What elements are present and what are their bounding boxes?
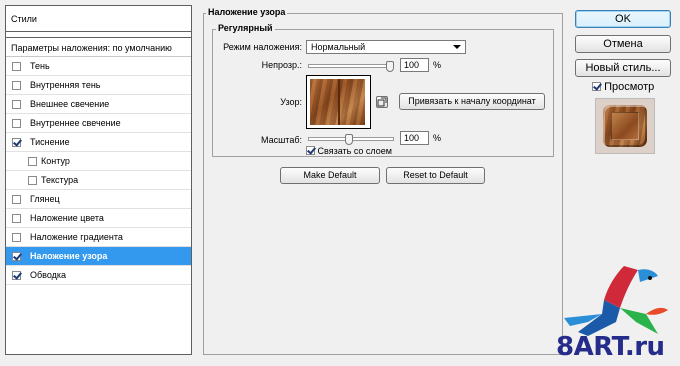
- new-style-button[interactable]: Новый стиль...: [575, 59, 671, 77]
- style-item[interactable]: Контур: [6, 152, 191, 171]
- link-with-layer-option[interactable]: Связать со слоем: [306, 146, 392, 156]
- style-item-label: Глянец: [30, 194, 60, 204]
- scale-slider-thumb[interactable]: [344, 134, 353, 145]
- style-item-checkbox[interactable]: [12, 214, 21, 223]
- opacity-unit: %: [433, 60, 442, 70]
- style-item-checkbox[interactable]: [12, 62, 21, 71]
- opacity-slider-thumb[interactable]: [386, 61, 394, 72]
- blend-mode-label: Режим наложения:: [223, 42, 302, 52]
- style-item-label: Внутренняя тень: [30, 80, 101, 90]
- watermark-text: 8ART.ru: [556, 332, 665, 362]
- blend-mode-value: Нормальный: [311, 42, 366, 52]
- style-item-checkbox[interactable]: [12, 119, 21, 128]
- styles-header[interactable]: Стили: [6, 6, 191, 32]
- reset-to-default-button[interactable]: Reset to Default: [386, 167, 485, 184]
- make-default-button[interactable]: Make Default: [280, 167, 380, 184]
- scale-label: Масштаб:: [260, 135, 302, 145]
- style-item[interactable]: Тиснение: [6, 133, 191, 152]
- style-item[interactable]: Обводка: [6, 266, 191, 285]
- style-item-checkbox[interactable]: [12, 138, 21, 147]
- style-item[interactable]: Внешнее свечение: [6, 95, 191, 114]
- blend-mode-select[interactable]: Нормальный: [306, 40, 466, 54]
- style-item-checkbox[interactable]: [12, 81, 21, 90]
- cancel-button[interactable]: Отмена: [575, 35, 671, 53]
- ok-button[interactable]: OK: [575, 10, 671, 28]
- opacity-input[interactable]: 100: [400, 58, 429, 72]
- style-item-label: Контур: [41, 156, 70, 166]
- style-item-label: Наложение цвета: [30, 213, 104, 223]
- scale-input[interactable]: 100: [400, 131, 429, 145]
- opacity-label: Непрозр.:: [261, 60, 302, 70]
- new-preset-icon[interactable]: [376, 96, 388, 108]
- style-item-checkbox[interactable]: [12, 252, 21, 261]
- style-item-checkbox[interactable]: [12, 233, 21, 242]
- pattern-label: Узор:: [280, 97, 302, 107]
- scale-unit: %: [433, 133, 442, 143]
- opacity-slider-track[interactable]: [308, 64, 394, 68]
- style-item-checkbox[interactable]: [12, 271, 21, 280]
- styles-panel: Стили Параметры наложения: по умолчанию …: [5, 5, 192, 355]
- style-preview-tile-inner: [611, 112, 639, 140]
- style-item-checkbox[interactable]: [12, 195, 21, 204]
- style-item-label: Наложение градиента: [30, 232, 123, 242]
- style-item-label: Внутреннее свечение: [30, 118, 121, 128]
- link-with-layer-label: Связать со слоем: [317, 146, 392, 156]
- pattern-overlay-title: Наложение узора: [206, 7, 288, 17]
- style-item-label: Наложение узора: [30, 251, 108, 261]
- pattern-swatch-image: [310, 79, 365, 125]
- style-item[interactable]: Наложение узора: [6, 247, 191, 266]
- style-item[interactable]: Внутренняя тень: [6, 76, 191, 95]
- style-item-label: Тиснение: [30, 137, 70, 147]
- style-item-label: Внешнее свечение: [30, 99, 110, 109]
- style-item[interactable]: Наложение градиента: [6, 228, 191, 247]
- style-item[interactable]: Тень: [6, 57, 191, 76]
- preview-checkbox[interactable]: [592, 82, 601, 91]
- parrot-logo-icon: [564, 266, 668, 336]
- style-item[interactable]: Глянец: [6, 190, 191, 209]
- chevron-down-icon: [453, 45, 461, 49]
- style-item-checkbox[interactable]: [28, 176, 37, 185]
- style-item-label: Обводка: [30, 270, 67, 280]
- link-with-layer-checkbox[interactable]: [306, 146, 315, 155]
- blending-options-default[interactable]: Параметры наложения: по умолчанию: [6, 37, 191, 57]
- style-item[interactable]: Текстура: [6, 171, 191, 190]
- style-item-checkbox[interactable]: [28, 157, 37, 166]
- style-item-label: Текстура: [41, 175, 79, 185]
- style-item-checkbox[interactable]: [12, 100, 21, 109]
- snap-to-origin-button[interactable]: Привязать к началу координат: [399, 93, 545, 110]
- style-item-label: Тень: [30, 61, 50, 71]
- style-list: Тень Внутренняя тень Внешнее свечение Внутр…: [6, 57, 191, 285]
- preview-option[interactable]: Просмотр: [592, 81, 654, 93]
- pattern-picker[interactable]: [306, 75, 369, 129]
- pattern-picker-arrow-strip[interactable]: [366, 75, 371, 129]
- preview-label: Просмотр: [604, 81, 655, 93]
- pattern-subgroup-title: Регулярный: [216, 23, 275, 33]
- style-item[interactable]: Внутреннее свечение: [6, 114, 191, 133]
- style-item[interactable]: Наложение цвета: [6, 209, 191, 228]
